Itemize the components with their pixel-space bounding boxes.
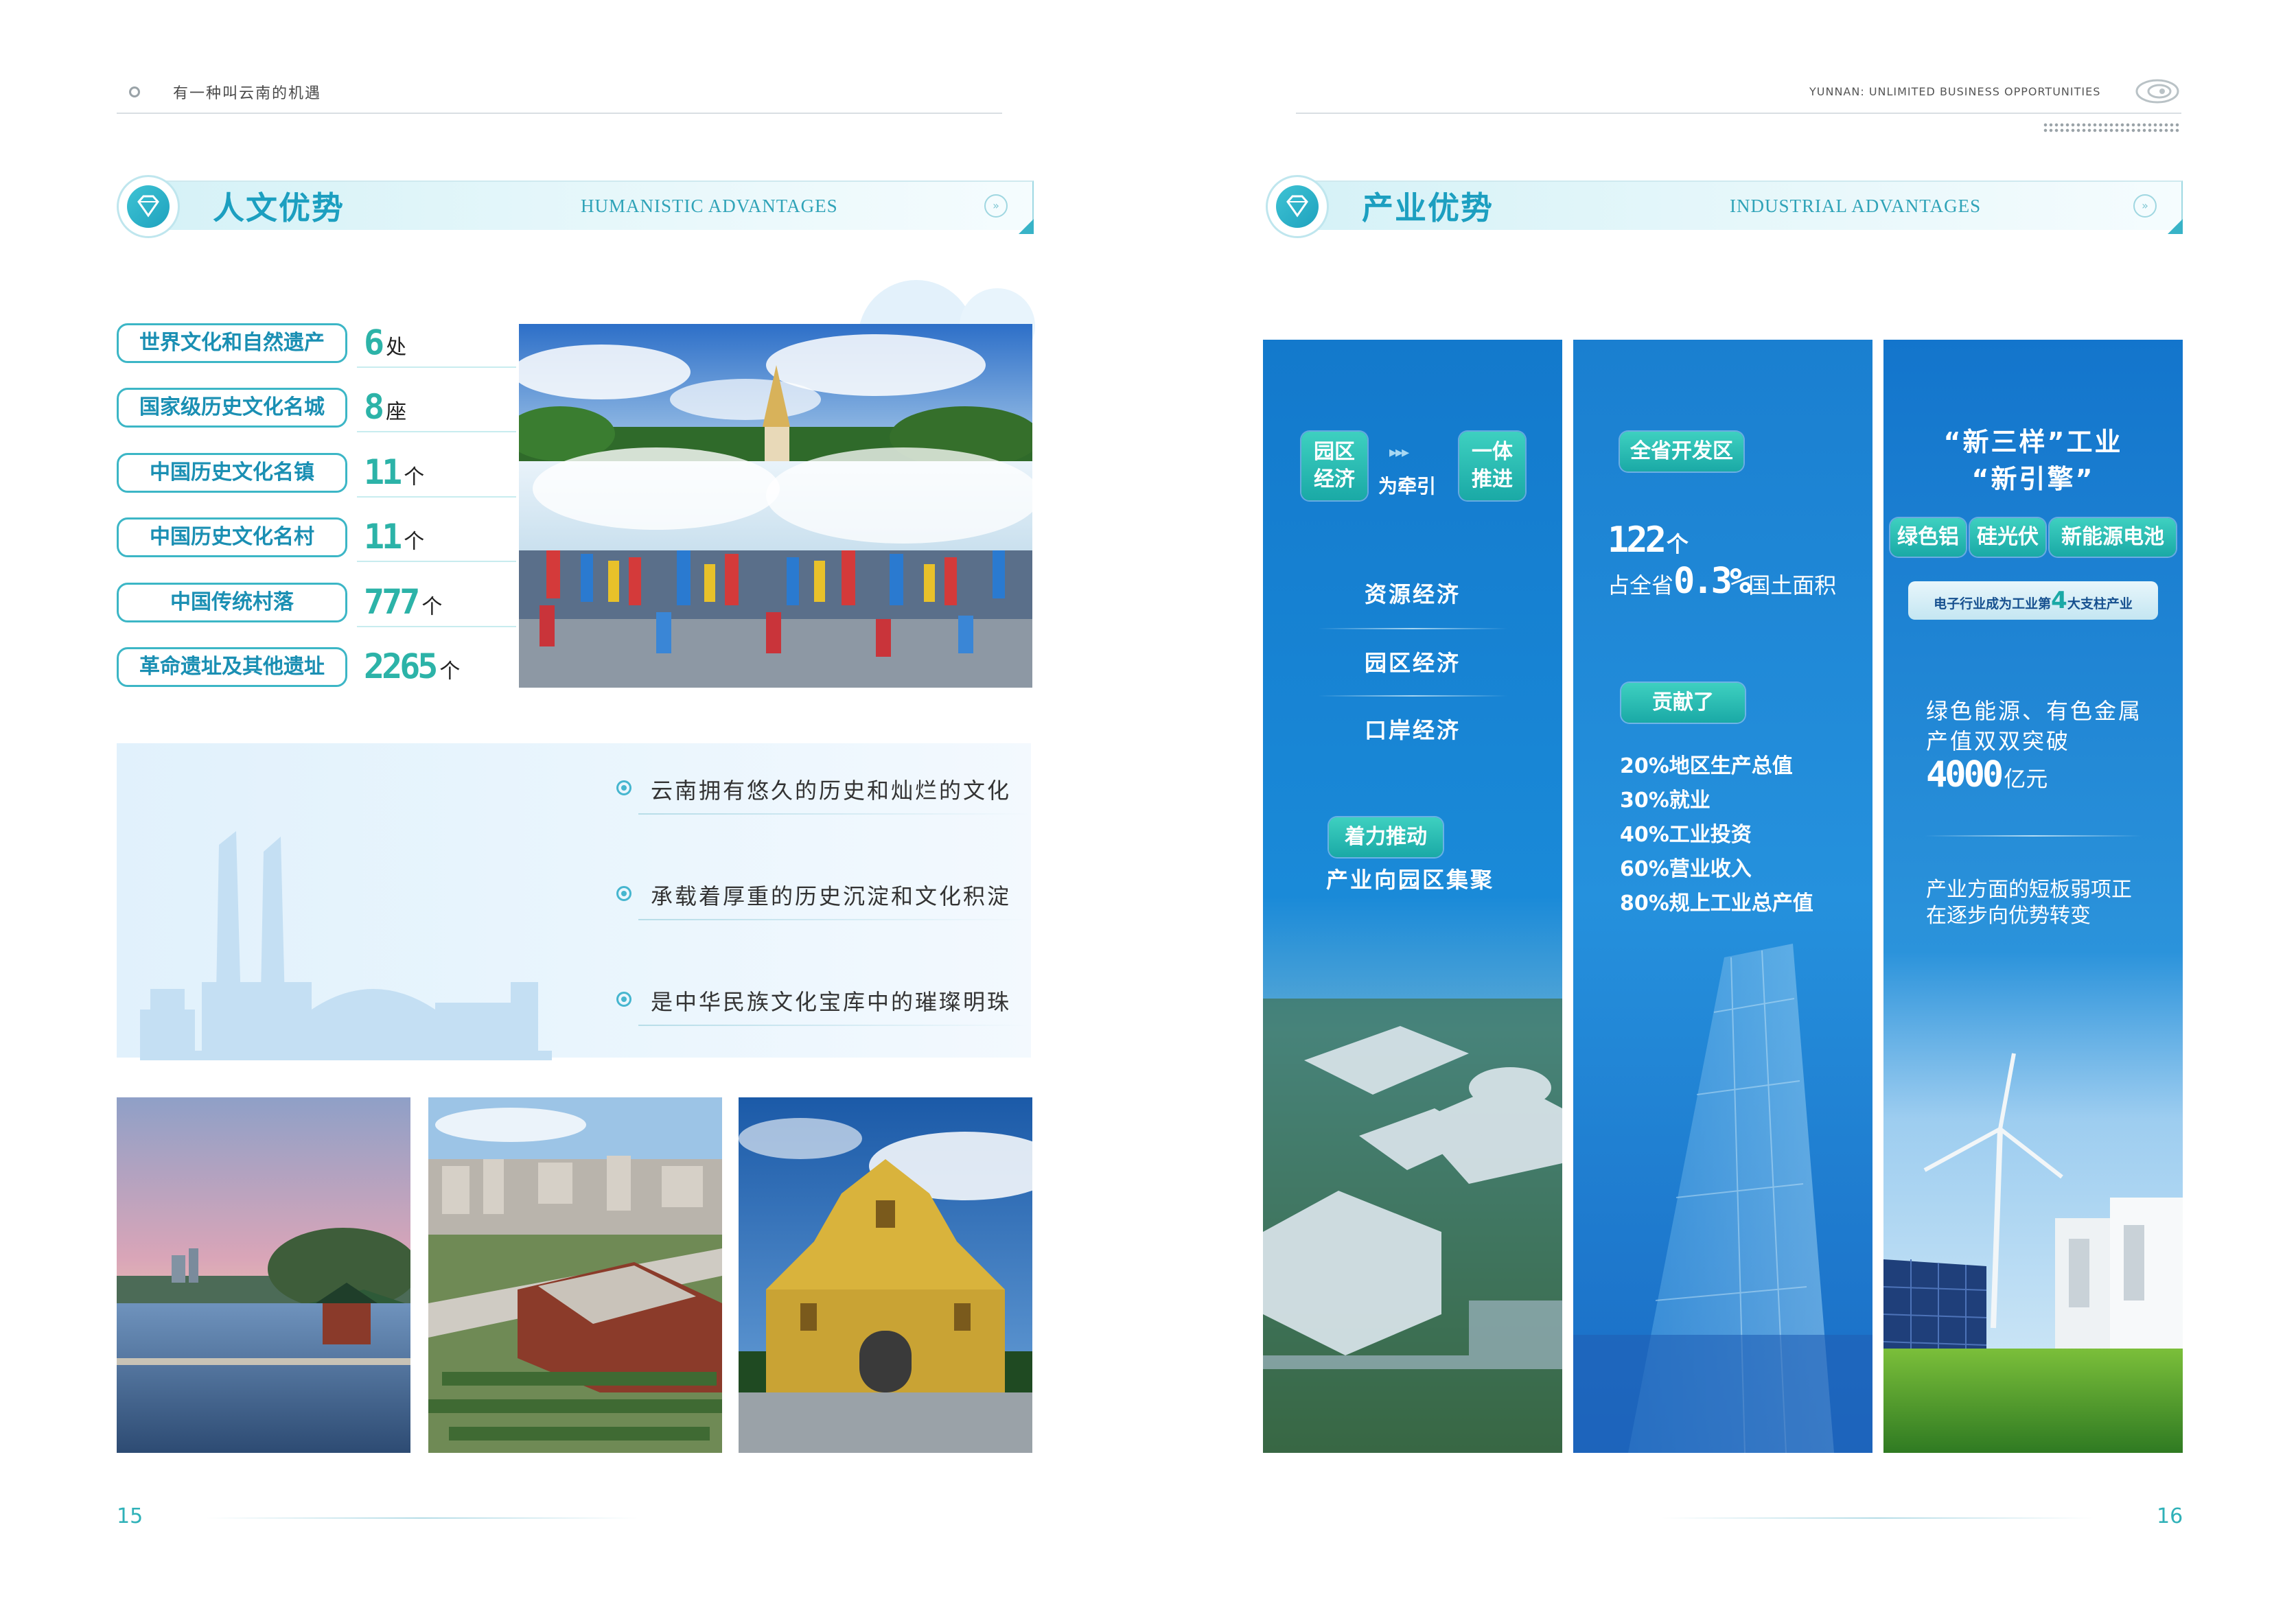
section-banner-humanistic: 人文优势 HUMANISTIC ADVANTAGES » (117, 168, 1034, 238)
economy-divider (1318, 695, 1507, 697)
zone-area-share: 占全省0.3%国土面积 (1608, 561, 1837, 602)
page-number-right: 16 (2157, 1504, 2183, 1528)
economy-item: 资源经济 (1364, 581, 1461, 607)
tag-contributed: 贡献了 (1621, 683, 1745, 723)
double-chevron-icon: » (2133, 194, 2157, 218)
footer-divider-left (206, 1517, 638, 1519)
diamond-badge-icon (1266, 175, 1329, 238)
triple-chevron-icon: ▸▸▸ (1389, 444, 1409, 461)
row-divider (357, 431, 516, 432)
row-divider (357, 496, 516, 498)
energy-output-value: 4000 亿元 (1926, 754, 2048, 795)
heritage-label: 革命遗址及其他遗址 (117, 647, 347, 687)
header-dot-pattern (2043, 122, 2180, 133)
push-text: 产业向园区集聚 (1326, 867, 1495, 893)
heritage-value: 8座 (364, 387, 407, 427)
banner-corner (1019, 219, 1034, 234)
header-left-ring-icon (129, 86, 140, 97)
row-divider (357, 626, 516, 627)
economy-item: 园区经济 (1364, 650, 1461, 676)
tag-park-economy: 园区经济 (1301, 432, 1367, 500)
section-title-en: INDUSTRIAL ADVANTAGES (1730, 196, 1982, 216)
heritage-value: 2265 个 (364, 646, 461, 686)
photo-yellow-historic-building (739, 1097, 1032, 1453)
diamond-badge-icon (117, 175, 180, 238)
contribution-item: 30%就业 (1620, 789, 1711, 813)
heritage-value: 11 个 (364, 517, 425, 557)
new-three-heading: “新三样”工业 (1943, 427, 2123, 457)
bullet-ring-icon (616, 992, 631, 1007)
industry-column-new-three: “新三样”工业 “新引擎” 绿色铝 硅光伏 新能源电池 电子行业成为工业第4大支… (1883, 340, 2183, 1453)
photo-water-splashing-festival (519, 324, 1032, 688)
heritage-value: 6处 (364, 323, 407, 362)
culture-divider (638, 919, 1030, 920)
page-number-left: 15 (117, 1504, 143, 1528)
tag-integrated-advance: 一体推进 (1459, 432, 1525, 500)
contribution-item: 40%工业投资 (1620, 823, 1752, 847)
double-chevron-icon: » (984, 194, 1008, 218)
photo-museum-aerial (428, 1097, 722, 1453)
section-title: 产业优势 (1362, 189, 1494, 226)
heritage-value: 777 个 (364, 582, 443, 622)
photo-lake-pavilion (117, 1097, 410, 1453)
shift-line: 在逐步向优势转变 (1926, 904, 2091, 928)
heritage-label: 世界文化和自然遗产 (117, 323, 347, 363)
contribution-item: 20%地区生产总值 (1620, 754, 1793, 778)
header-right-title: YUNNAN: UNLIMITED BUSINESS OPPORTUNITIES (1809, 85, 2101, 98)
bullet-ring-icon (616, 780, 631, 795)
contribution-item: 60%营业收入 (1620, 857, 1752, 881)
tag-silicon-pv: 硅光伏 (1970, 518, 2045, 557)
industry-column-park-economy: 园区经济 ▸▸▸ 为牵引 一体推进 资源经济 园区经济 口岸经济 着力推动 产业… (1263, 340, 1562, 1453)
tag-provincial-zones: 全省开发区 (1620, 432, 1743, 471)
heritage-label: 中国历史文化名村 (117, 517, 347, 557)
banner-corner (2168, 219, 2183, 234)
culture-divider (638, 813, 1030, 815)
energy-line: 绿色能源、有色金属 (1926, 698, 2143, 724)
culture-point: 是中华民族文化宝库中的璀璨明珠 (651, 989, 1012, 1015)
tag-green-aluminum: 绿色铝 (1890, 518, 1966, 557)
culture-divider (638, 1025, 1030, 1026)
new-engine-heading: “新引擎” (1971, 464, 2095, 494)
section-title-en: HUMANISTIC ADVANTAGES (581, 196, 838, 216)
bullet-ring-icon (616, 886, 631, 901)
row-divider (357, 366, 516, 368)
header-right-divider (1296, 113, 2181, 114)
heritage-label: 国家级历史文化名城 (117, 388, 347, 428)
section-title: 人文优势 (213, 189, 345, 226)
heritage-value: 11 个 (364, 452, 425, 492)
row-divider (357, 561, 516, 562)
column-divider (1925, 835, 2142, 837)
section-banner-industrial: 产业优势 INDUSTRIAL ADVANTAGES » (1266, 168, 2183, 238)
zone-count: 122 个 (1608, 520, 1689, 561)
pillar-industry-box: 电子行业成为工业第4大支柱产业 (1908, 581, 2158, 620)
park-aerial-background (1263, 340, 1562, 1453)
culture-highlight-panel: 云南拥有悠久的历史和灿烂的文化 承载着厚重的历史沉淀和文化积淀 是中华民族文化宝… (117, 743, 1031, 1060)
culture-point: 云南拥有悠久的历史和灿烂的文化 (651, 778, 1012, 804)
tag-strongly-promote: 着力推动 (1329, 817, 1443, 857)
industry-column-development-zones: 全省开发区 122 个 占全省0.3%国土面积 贡献了 20%地区生产总值 30%… (1573, 340, 1872, 1453)
header-left-divider (117, 113, 1002, 114)
footer-divider-right (1661, 1517, 2094, 1519)
heritage-label: 中国历史文化名镇 (117, 453, 347, 493)
tag-new-energy-battery: 新能源电池 (2050, 518, 2176, 557)
economy-divider (1318, 628, 1507, 629)
header-swirl-logo-icon (2135, 75, 2180, 107)
heritage-label: 中国传统村落 (117, 583, 347, 622)
economy-item: 口岸经济 (1364, 717, 1461, 743)
culture-point: 承载着厚重的历史沉淀和文化积淀 (651, 883, 1012, 909)
traction-label: 为牵引 (1378, 475, 1437, 498)
city-skyline-illustration (140, 804, 607, 1078)
contribution-item: 80%规上工业总产值 (1620, 891, 1813, 916)
energy-line: 产值双双突破 (1926, 728, 2071, 754)
header-left-title: 有一种叫云南的机遇 (173, 85, 322, 102)
